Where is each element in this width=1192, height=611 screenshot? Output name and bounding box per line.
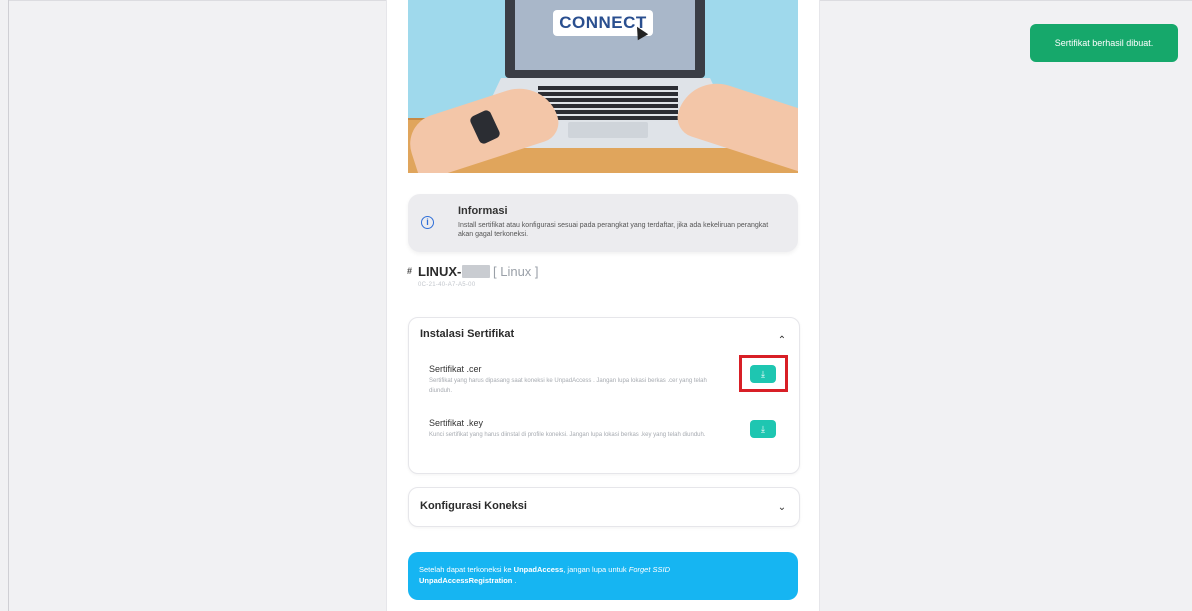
main-card: CONNECT i Informasi Install sertifikat a… (386, 0, 820, 611)
notice-middle: , jangan lupa untuk (563, 565, 629, 574)
cert-desc: Kunci sertifikat yang harus diinstal di … (429, 432, 706, 438)
device-os: [ Linux ] (493, 264, 539, 279)
device-name-redacted (462, 265, 490, 278)
cert-item-cer: Sertifikat .cer Sertifikat yang harus di… (429, 364, 729, 396)
accordion-title[interactable]: Konfigurasi Koneksi (420, 500, 527, 512)
device-name: LINUX- (418, 264, 462, 279)
chevron-up-icon[interactable]: ⌃ (777, 336, 787, 346)
cert-item-key: Sertifikat .key Kunci sertifikat yang ha… (429, 418, 729, 440)
download-key-button[interactable]: ⤓ (750, 420, 776, 438)
accordion-title[interactable]: Instalasi Sertifikat (420, 328, 514, 340)
notice-ssid: UnpadAccess (513, 565, 564, 574)
cert-title: Sertifikat .cer (429, 364, 482, 374)
device-mac: 0C-21-40-A7-A5-00 (418, 282, 476, 288)
hero-illustration: CONNECT (408, 0, 798, 173)
info-icon: i (421, 216, 434, 229)
laptop-trackpad (568, 122, 648, 138)
cert-title: Sertifikat .key (429, 418, 484, 428)
device-hash: # (407, 266, 413, 276)
notice-suffix: . (512, 576, 517, 585)
notice-box: Setelah dapat terkoneksi ke UnpadAccess,… (408, 552, 798, 600)
notice-text: Setelah dapat terkoneksi ke UnpadAccess,… (419, 564, 789, 586)
toast-success: Sertifikat berhasil dibuat. (1030, 24, 1178, 62)
laptop-keyboard (538, 84, 678, 120)
accordion-konfigurasi-koneksi[interactable]: Konfigurasi Koneksi ⌄ (408, 487, 800, 527)
chevron-down-icon[interactable]: ⌄ (777, 503, 787, 513)
info-title: Informasi (458, 205, 508, 217)
notice-action: Forget SSID (628, 565, 670, 574)
info-box: i Informasi Install sertifikat atau konf… (408, 194, 798, 252)
left-edge (0, 0, 9, 611)
notice-prefix: Setelah dapat terkoneksi ke (419, 565, 514, 574)
highlight-box (739, 355, 788, 392)
notice-target: UnpadAccessRegistration (419, 576, 513, 585)
accordion-instalasi-sertifikat: Instalasi Sertifikat ⌃ Sertifikat .cer S… (408, 317, 800, 474)
cert-desc: Sertifikat yang harus dipasang saat kone… (429, 378, 707, 394)
download-icon: ⤓ (761, 424, 765, 434)
info-text: Install sertifikat atau konfigurasi sesu… (458, 222, 769, 238)
